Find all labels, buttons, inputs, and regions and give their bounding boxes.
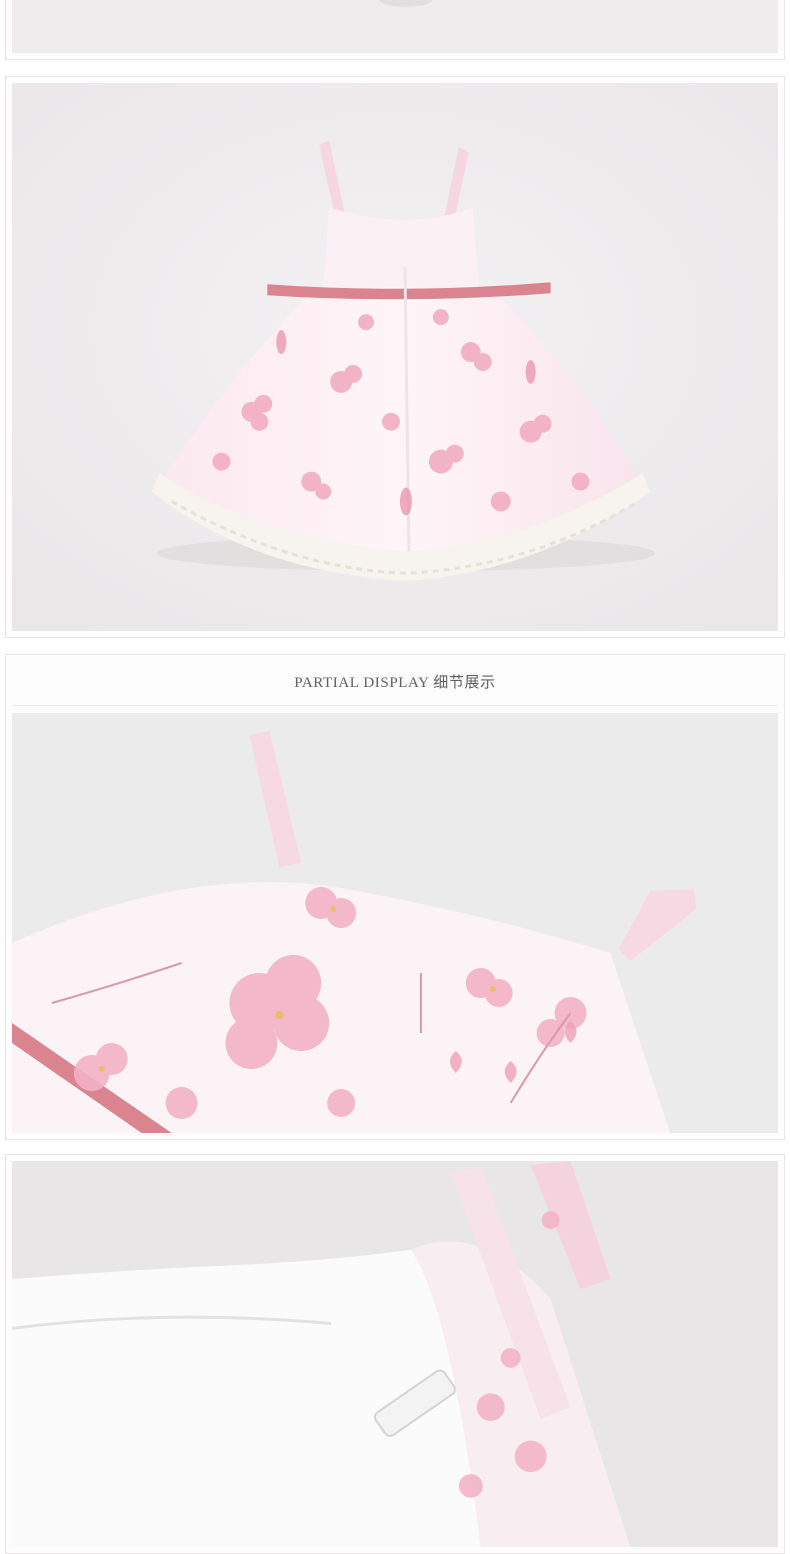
photo-frame-detail-2 — [5, 1154, 785, 1554]
detail-bodice-print — [12, 713, 778, 1133]
detail-strap-lining — [12, 1161, 778, 1547]
photo-frame-dress — [5, 76, 785, 638]
photo-frame-top — [5, 0, 785, 60]
section-title: PARTIAL DISPLAY 细节展示 — [294, 675, 496, 691]
photo-frame-detail-1: PARTIAL DISPLAY 细节展示 — [5, 654, 785, 1140]
top-cropped-photo — [12, 0, 778, 53]
section-divider — [12, 705, 778, 706]
dress-back-view — [12, 83, 778, 631]
